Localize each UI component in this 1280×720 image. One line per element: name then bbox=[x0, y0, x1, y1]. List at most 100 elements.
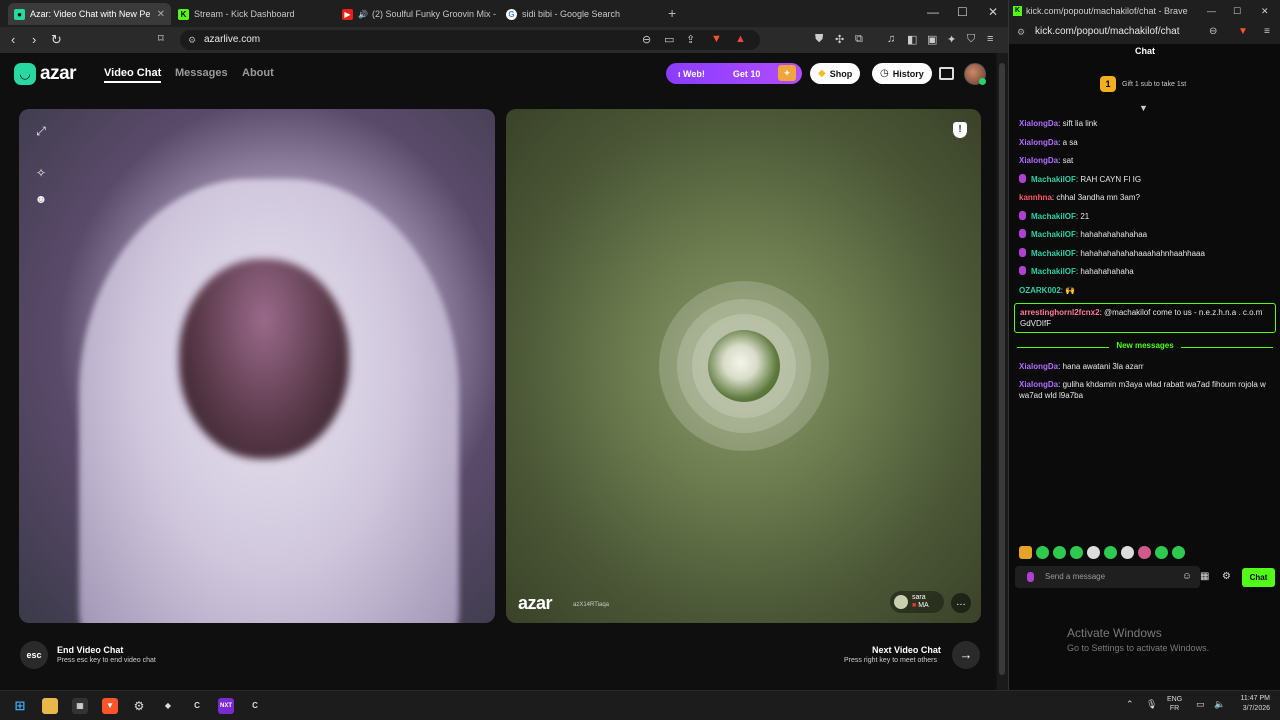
chat-username[interactable]: MachakilOF bbox=[1031, 230, 1076, 239]
face-filter-icon[interactable]: ☻ bbox=[33, 191, 49, 207]
nav-about[interactable]: About bbox=[242, 67, 274, 79]
sidebar-icon[interactable]: ◧ bbox=[907, 33, 917, 46]
capcut-icon-2[interactable]: C bbox=[247, 698, 263, 714]
tab-google-search[interactable]: G sidi bibi - Google Search bbox=[500, 3, 663, 25]
language-switcher[interactable]: ENG FR bbox=[1167, 695, 1182, 713]
end-video-chat-title[interactable]: End Video Chat bbox=[57, 645, 123, 655]
vpn-icon[interactable]: ⛊ bbox=[815, 33, 823, 46]
shop-button[interactable]: ◆ Shop bbox=[810, 63, 861, 84]
clock[interactable]: 11:47 PM 3/7/2026 bbox=[1232, 694, 1270, 714]
gear-icon[interactable]: ⚙ bbox=[1222, 571, 1231, 582]
emote-icon[interactable] bbox=[1172, 546, 1185, 559]
chat-username[interactable]: arrestinghornl2fcnx2 bbox=[1020, 308, 1100, 317]
emote-icon[interactable] bbox=[1070, 546, 1083, 559]
emote-icon[interactable] bbox=[1104, 546, 1117, 559]
emote-icon[interactable] bbox=[1121, 546, 1134, 559]
menu-icon[interactable]: ≡ bbox=[1264, 22, 1270, 42]
next-app-icon[interactable]: NXT bbox=[218, 698, 234, 714]
menu-icon[interactable]: ≡ bbox=[987, 33, 993, 45]
zoom-icon[interactable]: ⊖ bbox=[642, 33, 651, 46]
capcut-icon[interactable]: C bbox=[189, 698, 205, 714]
extensions-icon[interactable]: ✣ bbox=[835, 33, 844, 46]
chat-username[interactable]: MachakilOF bbox=[1031, 212, 1076, 221]
network-icon[interactable]: ▭ bbox=[1196, 699, 1205, 710]
shield-icon[interactable]: ⛉ bbox=[967, 33, 975, 46]
emoji-picker-icon[interactable]: ☺ bbox=[1182, 566, 1192, 588]
mic-icon[interactable]: 🎙 bbox=[1146, 699, 1157, 710]
maximize-icon[interactable]: ☐ bbox=[1233, 0, 1241, 22]
brave-shields-icon[interactable]: ▼ bbox=[1238, 22, 1248, 42]
cast-icon[interactable]: ▭ bbox=[664, 33, 674, 46]
brave-icon[interactable]: ▼ bbox=[102, 698, 118, 714]
chat-username[interactable]: XialongDa bbox=[1019, 156, 1058, 165]
history-button[interactable]: ◷ History bbox=[872, 63, 932, 84]
chat-username[interactable]: OZARK002 bbox=[1019, 286, 1061, 295]
file-explorer-icon[interactable] bbox=[42, 698, 58, 714]
app-icon[interactable]: ⚙ bbox=[131, 698, 147, 714]
emote-icon[interactable] bbox=[1019, 546, 1032, 559]
avatar[interactable] bbox=[964, 63, 986, 85]
next-video-chat-title[interactable]: Next Video Chat bbox=[872, 645, 941, 655]
share-icon[interactable]: ⇪ bbox=[686, 33, 695, 46]
minimize-icon[interactable]: — bbox=[927, 5, 939, 19]
leo-ai-icon[interactable]: ✦ bbox=[947, 33, 956, 46]
chat-bubble-icon[interactable]: … bbox=[951, 593, 971, 613]
tray-expand-icon[interactable]: ⌃ bbox=[1126, 699, 1134, 710]
forward-icon[interactable]: › bbox=[32, 32, 36, 47]
nav-video-chat[interactable]: Video Chat bbox=[104, 67, 162, 83]
chat-message-input[interactable]: Send a message ☺ bbox=[1015, 566, 1200, 588]
nav-messages[interactable]: Messages bbox=[175, 67, 228, 79]
obs-icon[interactable]: ◆ bbox=[160, 698, 176, 714]
chat-username[interactable]: MachakilOF bbox=[1031, 249, 1076, 258]
close-icon[interactable]: ✕ bbox=[157, 9, 165, 20]
start-icon[interactable]: ⊞ bbox=[12, 698, 28, 714]
scrollbar-thumb[interactable] bbox=[999, 63, 1005, 675]
close-window-icon[interactable]: ✕ bbox=[1261, 0, 1269, 22]
pin-icon[interactable]: ▼ bbox=[1139, 103, 1148, 113]
zoom-icon[interactable]: ⊖ bbox=[1209, 22, 1217, 42]
back-icon[interactable]: ‹ bbox=[11, 32, 15, 47]
store-icon[interactable]: ▦ bbox=[72, 698, 88, 714]
azar-logo[interactable]: ◡ azar bbox=[14, 63, 77, 85]
bookmark-icon[interactable]: ⌑ bbox=[158, 32, 164, 45]
close-window-icon[interactable]: ✕ bbox=[988, 5, 998, 19]
magic-wand-icon[interactable]: ✧ bbox=[33, 165, 49, 181]
chat-username[interactable]: MachakilOF bbox=[1031, 175, 1076, 184]
chat-send-button[interactable]: Chat bbox=[1242, 568, 1275, 587]
emote-icon[interactable] bbox=[1053, 546, 1066, 559]
esc-button[interactable]: esc bbox=[20, 641, 48, 669]
next-arrow-button[interactable]: → bbox=[952, 641, 980, 669]
gift-banner[interactable]: 1 Gift 1 sub to take 1st bbox=[1100, 76, 1186, 92]
screenshot-icon[interactable]: ⧉ bbox=[855, 33, 863, 46]
speaker-icon[interactable]: 🔊 bbox=[358, 10, 368, 19]
tab-azar[interactable]: ● Azar: Video Chat with New Pe ✕ bbox=[8, 3, 171, 25]
store-icon[interactable]: ▦ bbox=[1200, 571, 1209, 582]
expand-icon[interactable]: ⤢ bbox=[33, 123, 49, 139]
brave-shields-icon[interactable]: ▼ bbox=[711, 33, 722, 45]
site-info-icon[interactable]: ⚙ bbox=[188, 30, 196, 50]
tab-kick-dashboard[interactable]: K Stream - Kick Dashboard bbox=[172, 3, 335, 25]
promo-banner[interactable]: ι Web! Get 10 ✦ bbox=[666, 63, 802, 84]
site-info-icon[interactable]: ⚙ bbox=[1017, 22, 1025, 42]
inbox-icon[interactable] bbox=[939, 67, 954, 80]
chat-username[interactable]: XialongDa bbox=[1019, 119, 1058, 128]
brave-rewards-icon[interactable]: ▲ bbox=[735, 33, 746, 45]
chat-username[interactable]: XialongDa bbox=[1019, 380, 1058, 389]
report-icon[interactable]: ! bbox=[953, 122, 967, 138]
chat-username[interactable]: XialongDa bbox=[1019, 138, 1058, 147]
chat-username[interactable]: MachakilOF bbox=[1031, 267, 1076, 276]
new-tab-button[interactable]: + bbox=[668, 5, 676, 21]
emote-icon[interactable] bbox=[1155, 546, 1168, 559]
emote-icon[interactable] bbox=[1138, 546, 1151, 559]
minimize-icon[interactable]: — bbox=[1207, 0, 1216, 22]
emote-icon[interactable] bbox=[1036, 546, 1049, 559]
chat-username[interactable]: XialongDa bbox=[1019, 362, 1058, 371]
maximize-icon[interactable]: ☐ bbox=[957, 5, 968, 19]
chat-url-bar[interactable]: ⚙ kick.com/popout/machakilof/chat ⊖ ▼ ≡ bbox=[1009, 22, 1280, 44]
tab-youtube-mix[interactable]: ▶ 🔊 (2) Soulful Funky Groovin Mix - F bbox=[336, 3, 499, 25]
peer-profile-tag[interactable]: sara ■ MA bbox=[890, 591, 944, 613]
media-icon[interactable]: ♫ bbox=[887, 33, 895, 45]
wallet-icon[interactable]: ▣ bbox=[927, 33, 937, 46]
reload-icon[interactable]: ↻ bbox=[51, 32, 62, 48]
chat-username[interactable]: kannhna bbox=[1019, 193, 1052, 202]
